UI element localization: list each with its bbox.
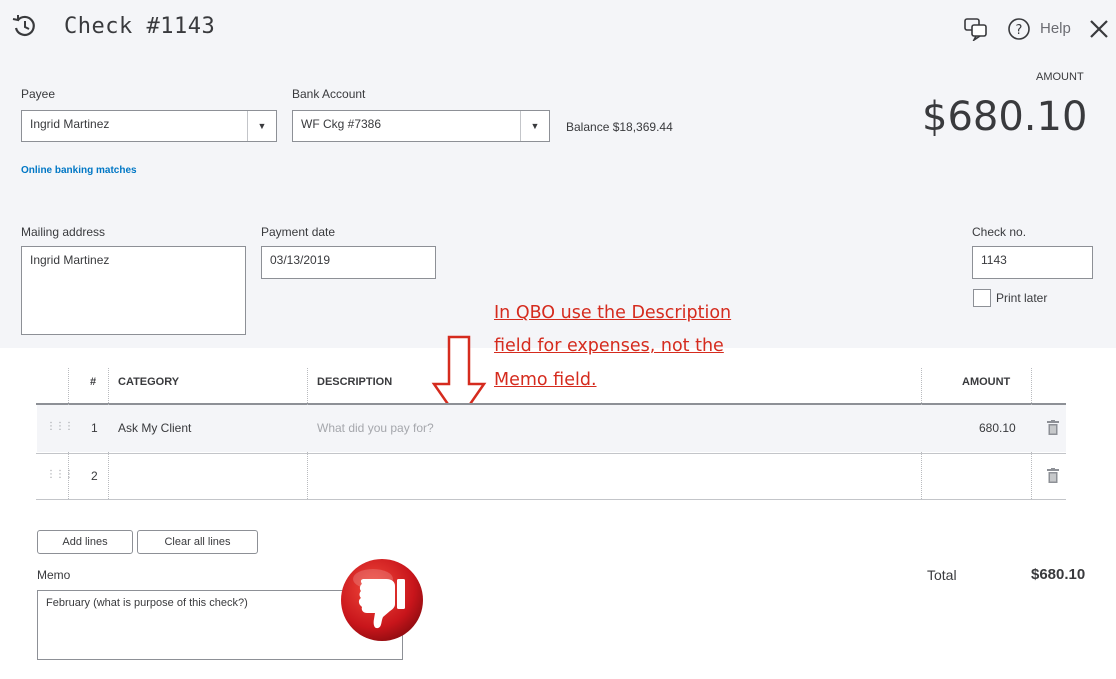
annotation-line-3: Memo field.	[494, 370, 597, 390]
payment-date-field[interactable]: 03/13/2019	[261, 246, 436, 279]
column-header-num: #	[90, 376, 97, 388]
payee-select[interactable]: Ingrid Martinez ▼	[21, 110, 277, 142]
feedback-icon[interactable]	[963, 17, 989, 41]
total-value: $680.10	[1031, 566, 1086, 583]
bank-account-value: WF Ckg #7386	[301, 117, 382, 131]
table-row-rule	[36, 499, 1066, 500]
help-icon[interactable]: ?	[1007, 17, 1031, 41]
recent-transactions-icon[interactable]	[10, 11, 40, 41]
print-later-checkbox[interactable]	[973, 289, 991, 307]
close-icon[interactable]	[1087, 17, 1111, 41]
svg-text:?: ?	[1016, 23, 1023, 38]
row-description[interactable]: What did you pay for?	[317, 421, 434, 435]
add-lines-button[interactable]: Add lines	[37, 530, 133, 554]
help-link[interactable]: Help	[1040, 20, 1071, 37]
column-header-amount: AMOUNT	[962, 376, 1011, 388]
mailing-address-label: Mailing address	[21, 225, 106, 239]
amount-value: $680.10	[922, 94, 1088, 140]
check-no-label: Check no.	[972, 225, 1027, 239]
print-later-label: Print later	[996, 291, 1048, 305]
dropdown-arrow-icon[interactable]: ▼	[247, 111, 276, 141]
bank-account-label: Bank Account	[292, 87, 366, 101]
memo-label: Memo	[37, 568, 71, 582]
bank-balance: Balance $18,369.44	[566, 120, 673, 134]
mailing-address-field[interactable]: Ingrid Martinez	[21, 246, 246, 335]
payee-label: Payee	[21, 87, 56, 101]
row-number: 2	[91, 469, 98, 483]
dropdown-arrow-icon[interactable]: ▼	[520, 111, 549, 141]
row-amount[interactable]: 680.10	[979, 421, 1016, 435]
column-header-category: CATEGORY	[118, 376, 180, 388]
drag-handle-icon[interactable]: ⋮⋮⋮	[46, 421, 74, 432]
annotation-line-1: In QBO use the Description	[494, 303, 732, 323]
thumbs-down-icon	[341, 559, 423, 641]
check-no-field[interactable]: 1143	[972, 246, 1093, 279]
row-number: 1	[91, 421, 98, 435]
clear-all-lines-button[interactable]: Clear all lines	[137, 530, 258, 554]
bank-account-select[interactable]: WF Ckg #7386 ▼	[292, 110, 550, 142]
total-label: Total	[927, 567, 957, 583]
amount-label: AMOUNT	[1036, 71, 1084, 83]
page-title: Check #1143	[64, 14, 216, 39]
drag-handle-icon[interactable]: ⋮⋮⋮	[46, 469, 74, 480]
trash-icon[interactable]	[1047, 420, 1059, 435]
trash-icon[interactable]	[1047, 468, 1059, 483]
payee-value: Ingrid Martinez	[30, 117, 110, 131]
payment-date-label: Payment date	[261, 225, 336, 239]
row-category[interactable]: Ask My Client	[118, 421, 191, 435]
table-row-rule	[36, 453, 1066, 454]
online-banking-matches-link[interactable]: Online banking matches	[21, 165, 137, 176]
annotation-line-2: field for expenses, not the	[494, 336, 724, 356]
column-header-description: DESCRIPTION	[317, 376, 393, 388]
